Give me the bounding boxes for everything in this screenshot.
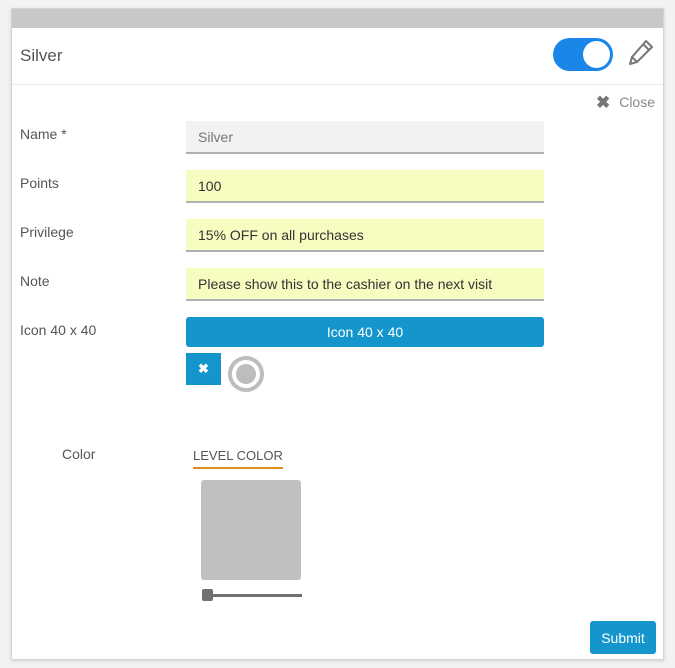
points-label: Points	[20, 175, 59, 191]
icon-preview	[227, 355, 265, 393]
privilege-label: Privilege	[20, 224, 74, 240]
level-editor-panel: Silver ✖ Close Name * Silver Points 100 …	[11, 8, 664, 660]
remove-icon-button[interactable]: ✖	[186, 353, 221, 385]
pencil-icon[interactable]	[626, 37, 656, 67]
close-button[interactable]: ✖ Close	[596, 93, 655, 111]
toggle-knob	[583, 41, 610, 68]
points-field[interactable]: 100	[186, 170, 544, 203]
enabled-toggle[interactable]	[553, 38, 613, 71]
color-slider-handle[interactable]	[202, 589, 213, 601]
icon-upload-button[interactable]: Icon 40 x 40	[186, 317, 544, 347]
color-label: Color	[62, 446, 96, 462]
name-label: Name *	[20, 126, 67, 142]
level-title: Silver	[20, 46, 63, 65]
name-field[interactable]: Silver	[186, 121, 544, 154]
icon-label: Icon 40 x 40	[20, 322, 97, 338]
close-icon: ✖	[198, 361, 209, 376]
panel-header: Silver	[12, 28, 663, 85]
submit-button[interactable]: Submit	[590, 621, 656, 654]
privilege-field[interactable]: 15% OFF on all purchases	[186, 219, 544, 252]
note-label: Note	[20, 273, 50, 289]
color-swatch[interactable]	[201, 480, 301, 580]
close-label: Close	[619, 94, 655, 110]
note-field[interactable]: Please show this to the cashier on the n…	[186, 268, 544, 301]
color-slider-track[interactable]	[204, 594, 302, 597]
panel-top-bar	[12, 9, 663, 28]
tab-level-color[interactable]: LEVEL COLOR	[193, 448, 283, 469]
close-icon: ✖	[595, 92, 611, 112]
